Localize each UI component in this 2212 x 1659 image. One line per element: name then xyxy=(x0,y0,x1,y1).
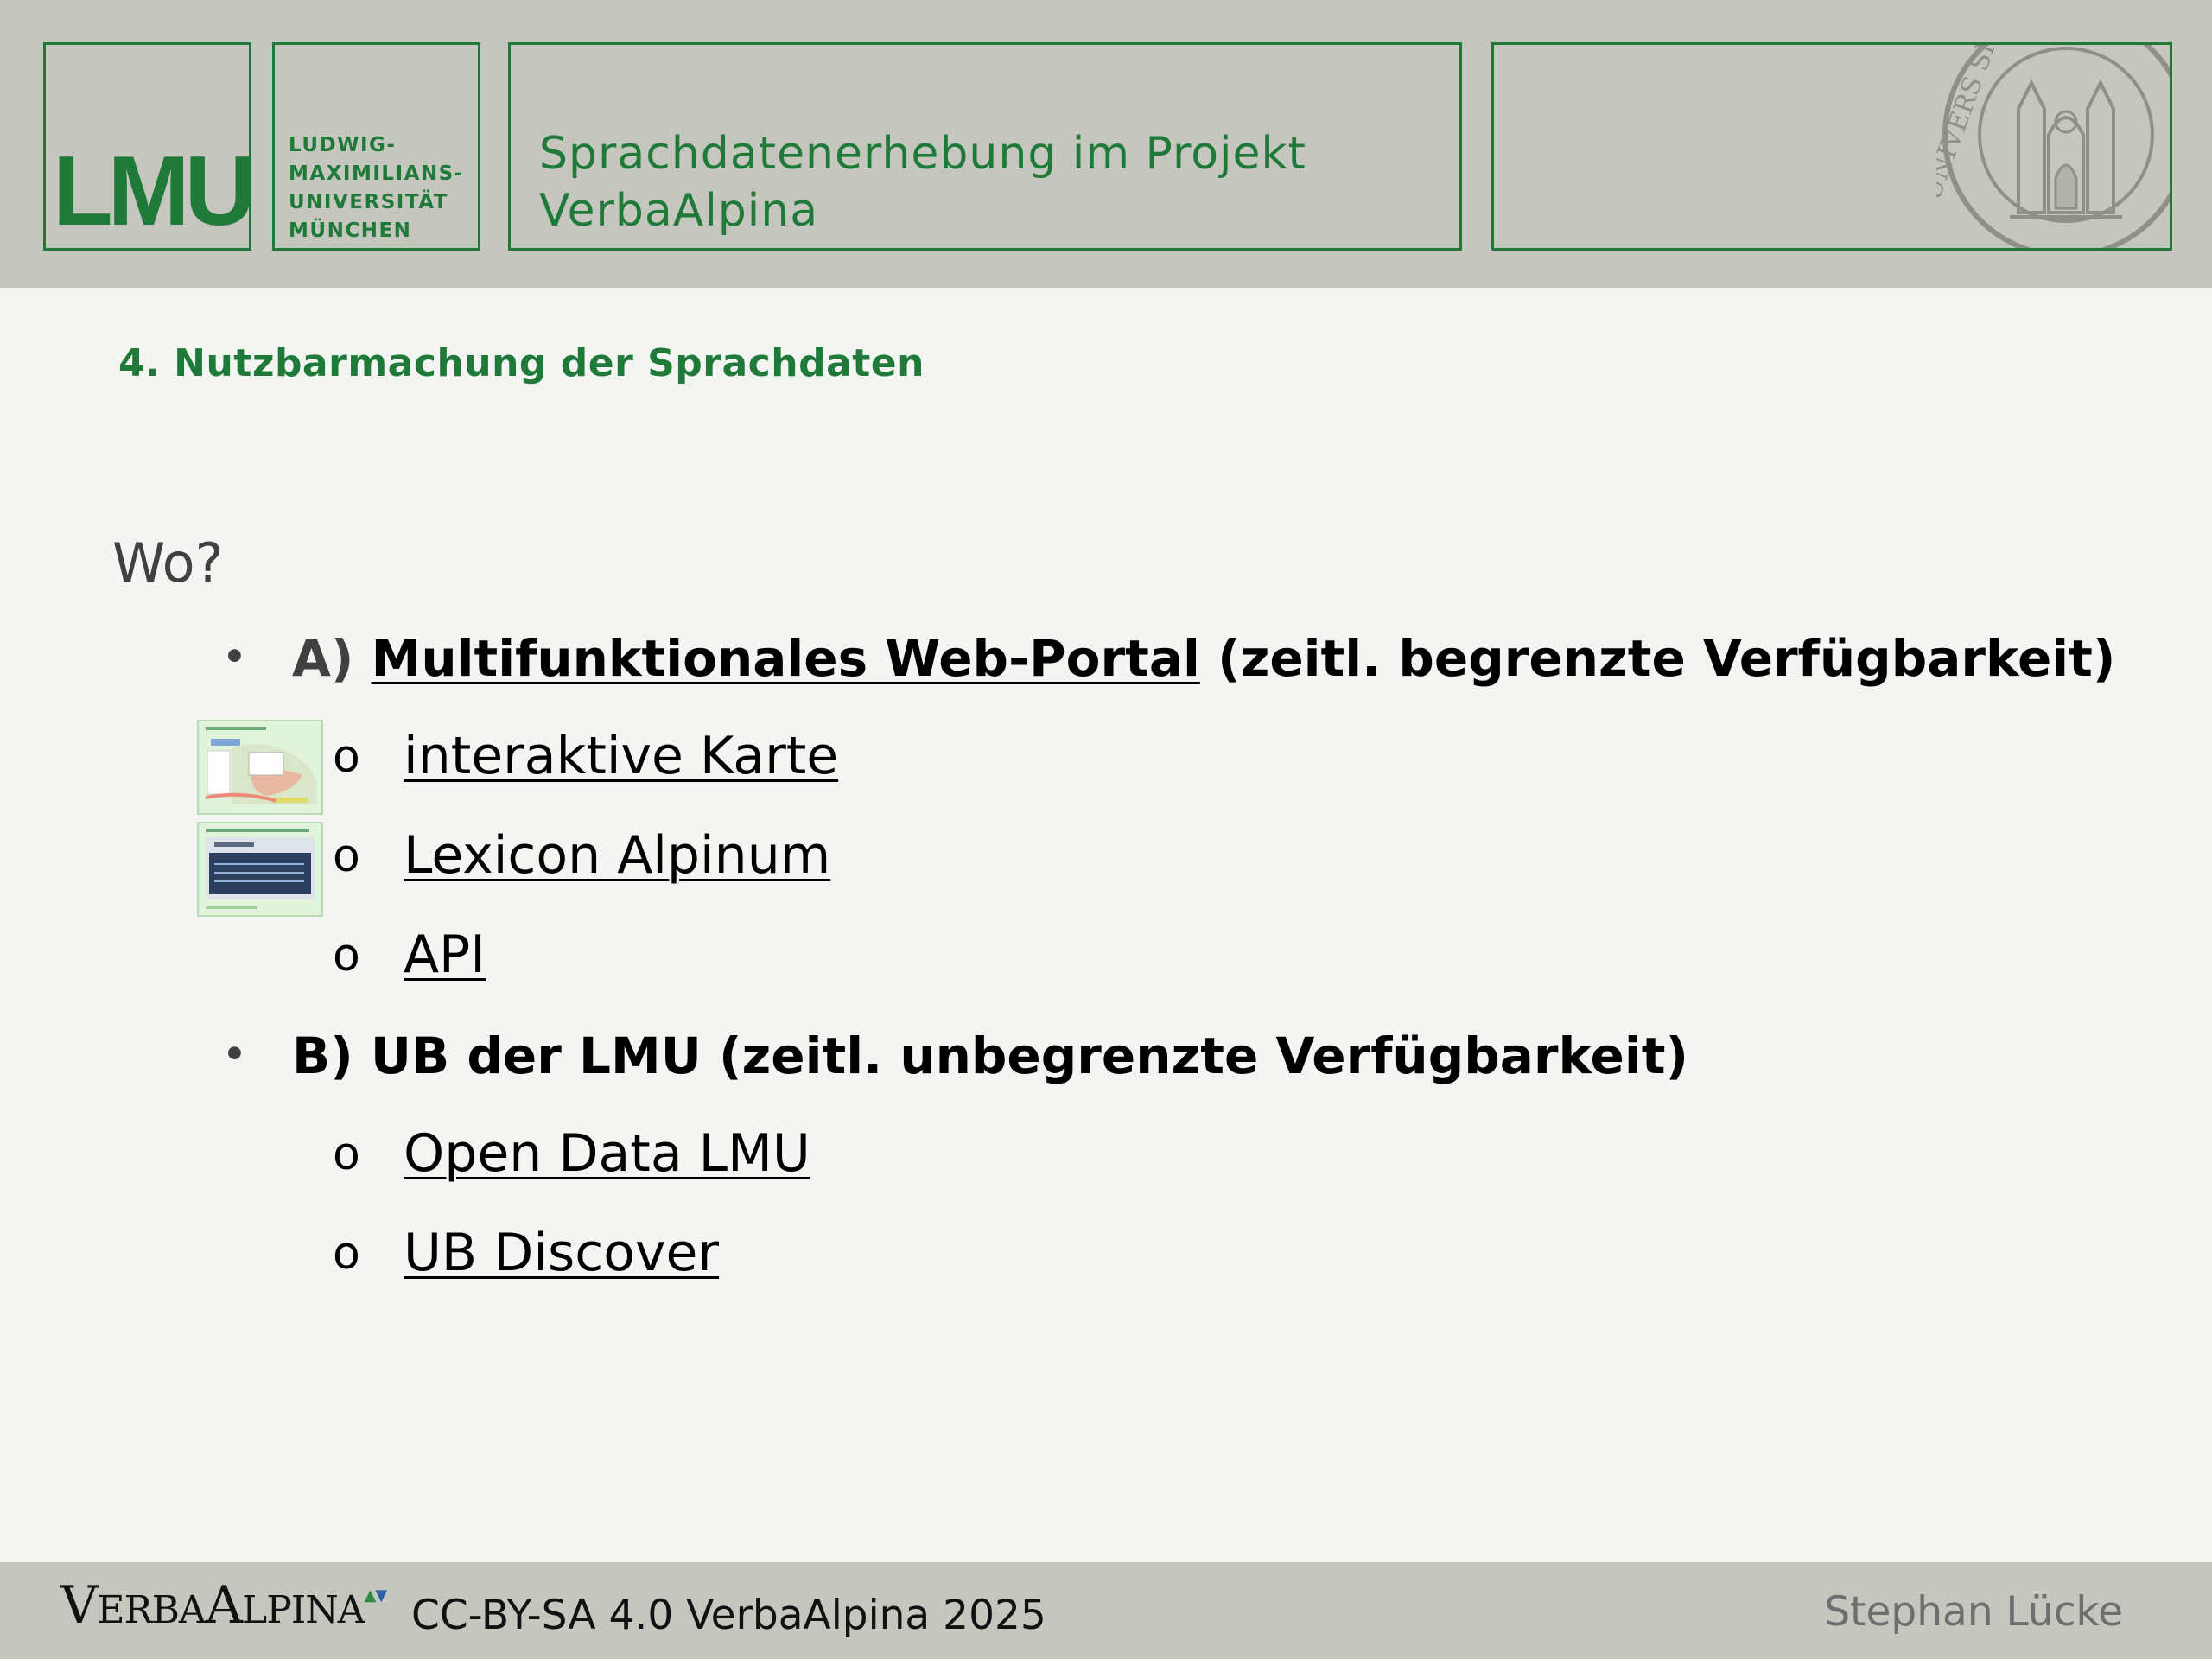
question-heading: Wo? xyxy=(112,531,224,594)
section-title: 4. Nutzbarmachung der Sprachdaten xyxy=(118,341,925,385)
university-name-line: LUDWIG- xyxy=(289,134,397,156)
university-name-line: UNIVERSITÄT xyxy=(289,191,448,213)
logo-letter: V xyxy=(60,1575,98,1636)
seal-text: UNIVERS SIGIL xyxy=(1936,42,2018,205)
author-name: Stephan Lücke xyxy=(1824,1588,2123,1636)
university-name-line: MÜNCHEN xyxy=(289,219,412,242)
seal-box: UNIVERS SIGIL xyxy=(1491,42,2172,251)
presentation-title-line-2: VerbaAlpina xyxy=(539,185,819,237)
lexicon-alpinum-link[interactable]: Lexicon Alpinum xyxy=(404,825,830,886)
web-portal-link[interactable]: Multifunktionales Web-Portal xyxy=(372,629,1200,688)
logo-letter: A xyxy=(205,1575,243,1636)
map-preview-icon xyxy=(199,721,321,813)
circle-bullet-icon: o xyxy=(333,930,360,982)
list-item-b: • B) UB der LMU (zeitl. unbegrenzte Verfü… xyxy=(223,1027,1688,1085)
ub-discover-link[interactable]: UB Discover xyxy=(404,1223,719,1283)
lexicon-preview-icon xyxy=(199,823,321,915)
list-item-a: • A) Multifunktionales Web-Portal (zeitl.… xyxy=(223,629,2115,688)
university-seal-icon: UNIVERS SIGIL xyxy=(1936,42,2170,248)
presentation-title-line-1: Sprachdatenerhebung im Projekt xyxy=(539,128,1306,180)
slide-header: LMU LUDWIG- MAXIMILIANS- UNIVERSITÄT MÜN… xyxy=(0,0,2212,288)
circle-bullet-icon: o xyxy=(333,830,360,882)
bullet-icon: • xyxy=(223,1033,246,1075)
map-thumbnail[interactable] xyxy=(197,720,323,815)
bullet-icon: • xyxy=(223,635,246,677)
item-a-lead: A) xyxy=(292,629,354,688)
circle-bullet-icon: o xyxy=(333,1128,360,1180)
list-subitem: o UB Discover xyxy=(333,1223,719,1283)
circle-bullet-icon: o xyxy=(333,731,360,783)
verbaalpina-logo: VERBAALPINA▲▼ xyxy=(60,1580,388,1632)
lmu-logo-text: LMU xyxy=(53,137,256,246)
open-data-lmu-link[interactable]: Open Data LMU xyxy=(404,1123,810,1184)
slide-footer: VERBAALPINA▲▼ CC-BY-SA 4.0 VerbaAlpina 2… xyxy=(0,1562,2212,1659)
list-subitem: o Lexicon Alpinum xyxy=(333,825,830,886)
logo-letters: LPINA xyxy=(242,1588,365,1632)
list-subitem: o interaktive Karte xyxy=(333,726,838,786)
circle-bullet-icon: o xyxy=(333,1228,360,1280)
license-text: CC-BY-SA 4.0 VerbaAlpina 2025 xyxy=(411,1592,1046,1639)
item-b-text: B) UB der LMU (zeitl. unbegrenzte Verfüg… xyxy=(292,1027,1688,1085)
interactive-map-link[interactable]: interaktive Karte xyxy=(404,726,838,786)
university-name-line: MAXIMILIANS- xyxy=(289,162,464,185)
list-subitem: o API xyxy=(333,925,486,985)
logo-letters: ERBA xyxy=(97,1588,206,1632)
api-link[interactable]: API xyxy=(404,925,486,985)
lexicon-thumbnail[interactable] xyxy=(197,822,323,917)
mountain-triangle-icon: ▲▼ xyxy=(364,1586,388,1605)
list-subitem: o Open Data LMU xyxy=(333,1123,810,1184)
lmu-logo: LMU xyxy=(43,42,256,251)
university-name: LUDWIG- MAXIMILIANS- UNIVERSITÄT MÜNCHEN xyxy=(289,131,464,245)
item-a-availability: (zeitl. begrenzte Verfügbarkeit) xyxy=(1217,629,2116,688)
university-name-box: LUDWIG- MAXIMILIANS- UNIVERSITÄT MÜNCHEN xyxy=(272,42,480,251)
presentation-title-box: Sprachdatenerhebung im Projekt VerbaAlpi… xyxy=(508,42,1462,251)
